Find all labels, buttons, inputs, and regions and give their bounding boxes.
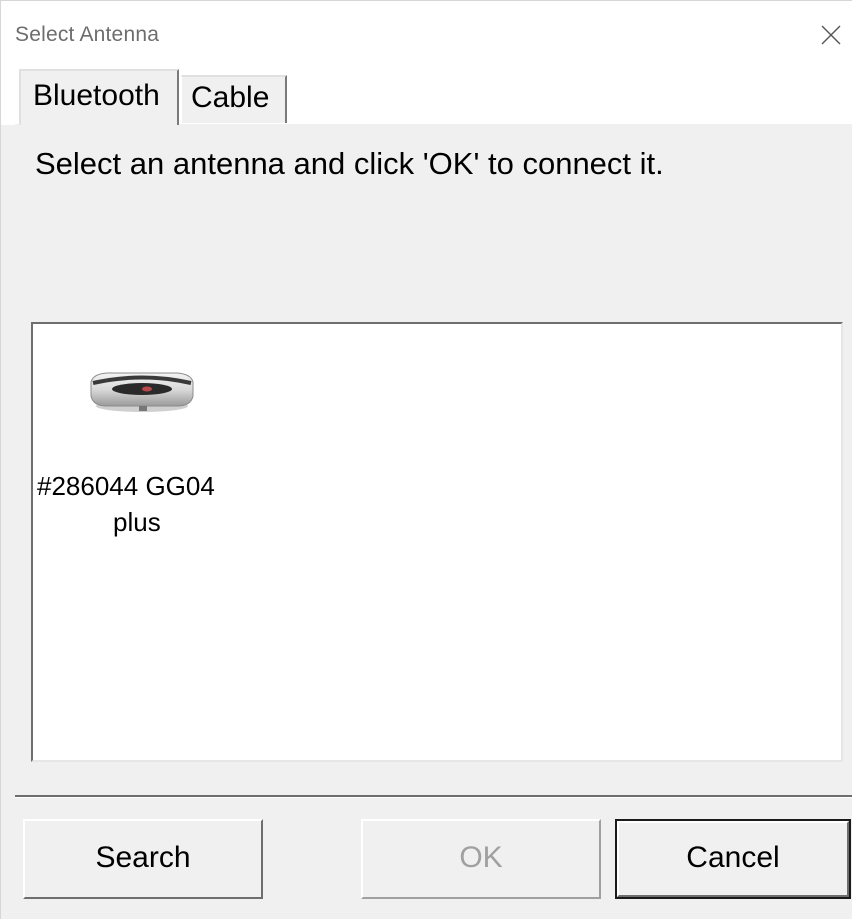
close-icon (821, 25, 841, 45)
title-bar: Select Antenna (1, 1, 852, 53)
tab-cable-label: Cable (191, 81, 270, 114)
antenna-name-line2: plus (113, 507, 161, 537)
tab-bluetooth-label: Bluetooth (33, 79, 160, 112)
instruction-text: Select an antenna and click 'OK' to conn… (35, 146, 664, 181)
list-item[interactable]: #286044 GG04 plus (37, 364, 257, 544)
select-antenna-dialog: Select Antenna Bluetooth Cable Select an… (0, 0, 852, 919)
antenna-list[interactable]: #286044 GG04 plus (31, 322, 843, 762)
tab-cable[interactable]: Cable (181, 75, 287, 123)
tab-bluetooth[interactable]: Bluetooth (19, 69, 179, 125)
cancel-button[interactable]: Cancel (615, 819, 851, 899)
close-button[interactable] (803, 13, 852, 53)
bluetooth-tab-panel: Select an antenna and click 'OK' to conn… (15, 123, 852, 794)
ok-button-label: OK (459, 841, 503, 874)
separator (15, 795, 852, 798)
search-button[interactable]: Search (23, 819, 263, 899)
cancel-button-label: Cancel (686, 841, 780, 874)
antenna-name-line1: #286044 GG04 (37, 471, 215, 501)
ok-button[interactable]: OK (361, 819, 601, 899)
gnss-antenna-icon (90, 372, 194, 412)
search-button-label: Search (95, 841, 191, 874)
window-title: Select Antenna (15, 23, 160, 46)
antenna-name: #286044 GG04 plus (37, 468, 247, 540)
tab-strip: Bluetooth Cable (1, 53, 852, 125)
